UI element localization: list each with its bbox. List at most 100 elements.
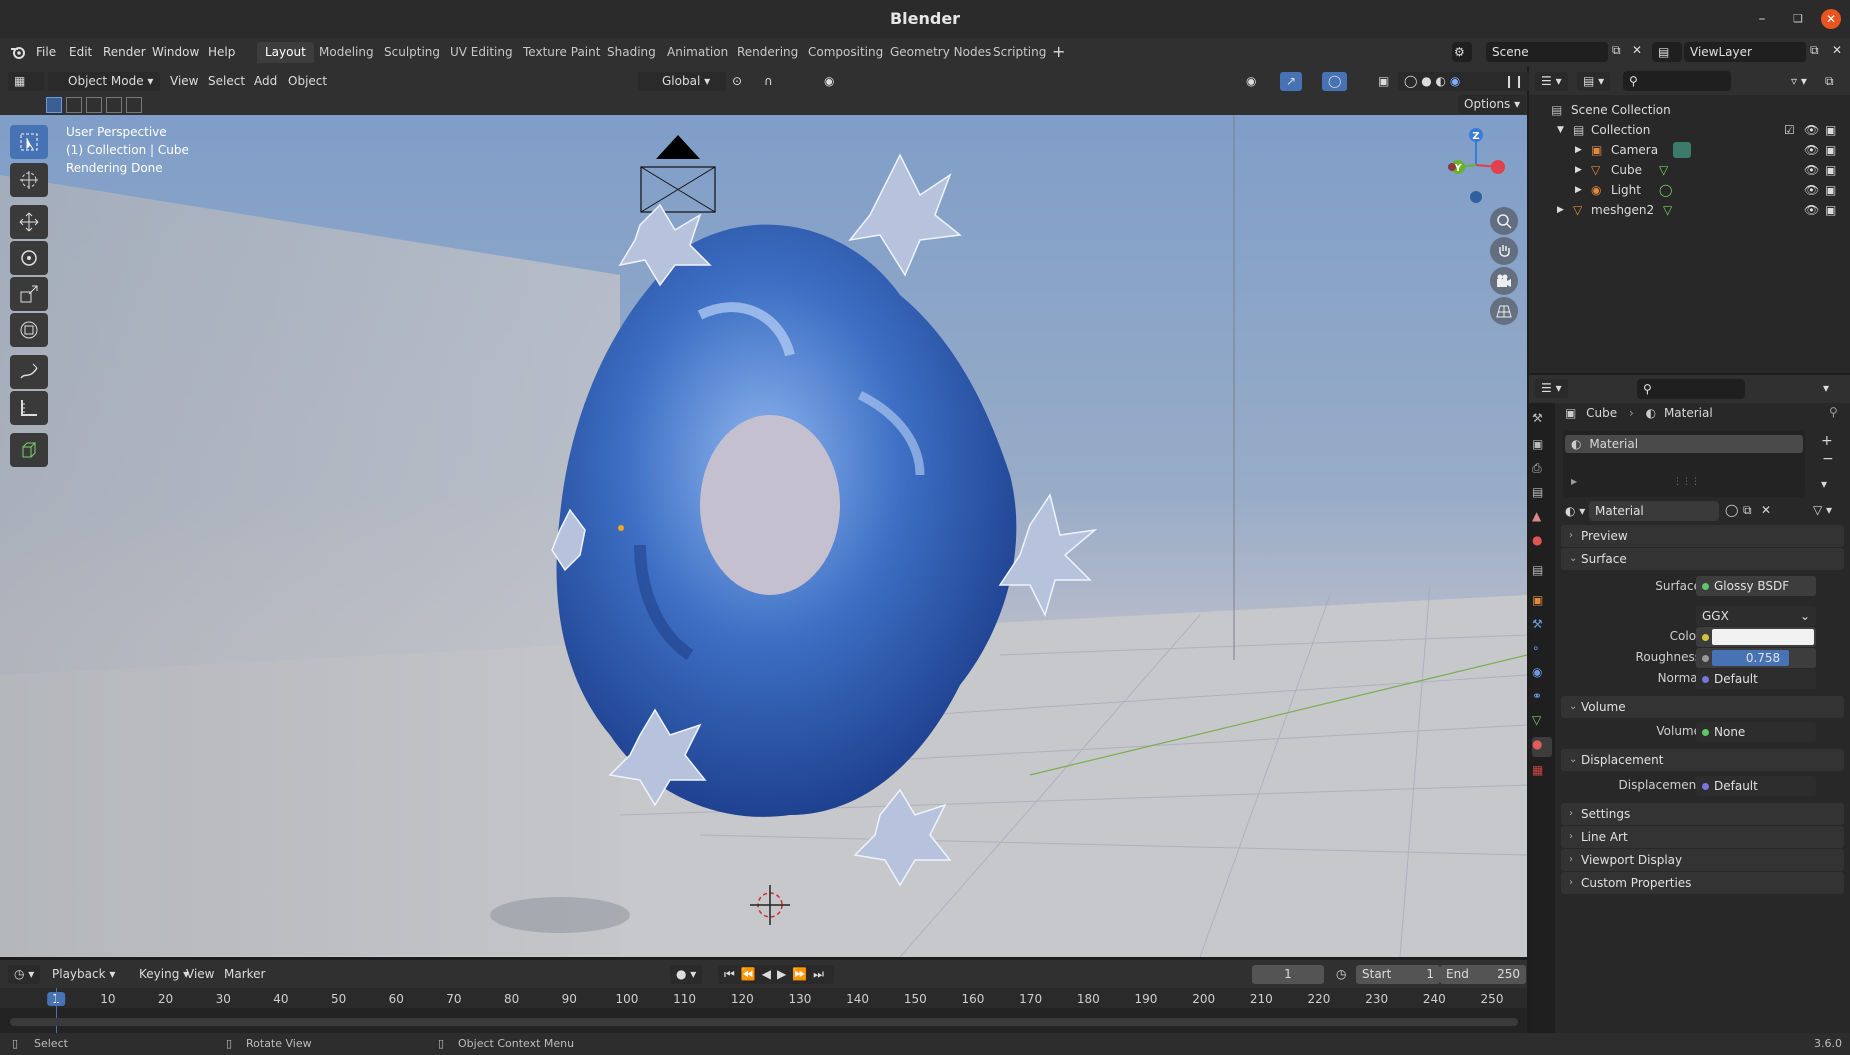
panel-preview[interactable]: › Preview	[1561, 525, 1844, 547]
collection-tab-icon[interactable]: ▤	[1532, 563, 1552, 583]
menu-render[interactable]: Render	[103, 45, 146, 59]
add-slot-icon[interactable]: +	[1821, 433, 1833, 449]
select-subtract-icon[interactable]	[86, 97, 102, 113]
menu-select[interactable]: Select	[202, 72, 251, 91]
physics-tab-icon[interactable]: ◉	[1532, 665, 1552, 685]
outliner-scene-collection[interactable]: ▤ Scene Collection	[1529, 100, 1850, 120]
mode-selector[interactable]: Object Mode ▾	[48, 72, 160, 91]
roughness-slider[interactable]: 0.758	[1696, 648, 1816, 668]
outliner-item-meshgen2[interactable]: ▶ ▽ meshgen2 ▽ 👁 ▣	[1529, 200, 1850, 220]
object-tab-icon[interactable]: ▣	[1532, 593, 1552, 613]
pan-view-button[interactable]	[1490, 237, 1518, 265]
world-tab-icon[interactable]: ●	[1532, 533, 1552, 553]
tab-uv-editing[interactable]: UV Editing	[442, 42, 521, 63]
options-dropdown[interactable]: Options ▾	[1458, 95, 1527, 114]
expand-slot-list-icon[interactable]: ▶	[1571, 477, 1577, 486]
expand-arrow-icon[interactable]: ▶	[1575, 160, 1582, 180]
tab-sculpting[interactable]: Sculpting	[376, 42, 448, 63]
display-mode-icon[interactable]: ▤ ▾	[1577, 72, 1611, 91]
transform-tool[interactable]	[10, 313, 48, 347]
filter-icon[interactable]: ▿ ▾	[1785, 72, 1813, 91]
outliner-item-light[interactable]: ▶ ◉ Light ◯ 👁 ▣	[1529, 180, 1850, 200]
material-tab-icon[interactable]: ●	[1532, 737, 1552, 757]
properties-search-input[interactable]: ⚲	[1637, 379, 1745, 399]
texture-tab-icon[interactable]: ▦	[1532, 763, 1552, 783]
render-camera-icon[interactable]: ▣	[1825, 200, 1836, 220]
maximize-icon[interactable]: ❏	[1788, 9, 1808, 29]
tab-texture-paint[interactable]: Texture Paint	[515, 42, 608, 63]
tab-geometry-nodes[interactable]: Geometry Nodes	[882, 42, 999, 63]
new-scene-icon[interactable]: ⧉	[1612, 43, 1621, 58]
panel-line-art[interactable]: › Line Art	[1561, 826, 1844, 848]
frame-ruler[interactable]: 1102030405060708090100110120130140150160…	[0, 988, 1527, 1008]
panel-volume[interactable]: ⌄ Volume	[1561, 696, 1844, 718]
render-tab-icon[interactable]: ▣	[1532, 437, 1552, 457]
tab-rendering[interactable]: Rendering	[729, 42, 806, 63]
new-view-layer-icon[interactable]: ⧉	[1810, 43, 1819, 58]
render-camera-icon[interactable]: ▣	[1825, 160, 1836, 180]
color-swatch[interactable]	[1712, 629, 1814, 645]
add-workspace-icon[interactable]: +	[1052, 42, 1065, 61]
proportional-edit-icon[interactable]: ◉	[818, 72, 840, 91]
start-frame-field[interactable]: Start 1	[1356, 965, 1440, 984]
scene-selector-icon[interactable]: ⚙	[1452, 42, 1472, 62]
pause-render-icon[interactable]: ❙❙	[1498, 72, 1531, 91]
tab-shading[interactable]: Shading	[599, 42, 664, 63]
menu-file[interactable]: File	[36, 45, 56, 59]
menu-view[interactable]: View	[164, 72, 204, 91]
minimize-icon[interactable]: –	[1752, 9, 1772, 29]
menu-timeline-view[interactable]: View	[180, 965, 220, 984]
panel-custom-properties[interactable]: › Custom Properties	[1561, 872, 1844, 894]
move-tool[interactable]	[10, 205, 48, 239]
overlay-toggle-icon[interactable]: ◯	[1322, 72, 1348, 91]
expand-arrow-icon[interactable]: ▶	[1575, 140, 1582, 160]
record-keyframe-icon[interactable]: ● ▾	[670, 965, 703, 984]
eye-icon[interactable]: 👁	[1804, 200, 1819, 220]
panel-settings[interactable]: › Settings	[1561, 803, 1844, 825]
panel-displacement[interactable]: ⌄ Displacement	[1561, 749, 1844, 771]
eye-icon[interactable]: 👁	[1804, 160, 1819, 180]
volume-field[interactable]: None	[1696, 722, 1816, 742]
scene-tab-icon[interactable]: ▲	[1532, 509, 1552, 529]
properties-options-icon[interactable]: ▾	[1817, 379, 1835, 398]
rotate-tool[interactable]	[10, 241, 48, 275]
select-extend-icon[interactable]	[66, 97, 82, 113]
distribution-select[interactable]: GGX ⌄	[1696, 606, 1816, 626]
outliner-search-input[interactable]: ⚲	[1623, 71, 1731, 91]
playback-controls[interactable]: ⏮⏪◀▶⏩⏭	[718, 965, 834, 984]
navigation-gizmo[interactable]: Z Y	[1438, 125, 1508, 205]
output-tab-icon[interactable]: ⎙	[1532, 461, 1552, 481]
expand-arrow-icon[interactable]: ▶	[1575, 180, 1582, 200]
menu-marker[interactable]: Marker	[218, 965, 271, 984]
remove-slot-icon[interactable]: −	[1822, 451, 1834, 467]
camera-view-button[interactable]	[1490, 267, 1518, 295]
scene-name-field[interactable]: Scene	[1486, 42, 1608, 62]
tab-scripting[interactable]: Scripting	[985, 42, 1054, 63]
select-invert-icon[interactable]	[106, 97, 122, 113]
pivot-point-icon[interactable]: ⊙	[726, 72, 748, 91]
outliner-editor-icon[interactable]: ☰ ▾	[1535, 72, 1568, 91]
cursor-tool[interactable]	[10, 163, 48, 197]
blender-logo-icon[interactable]	[10, 44, 26, 60]
menu-window[interactable]: Window	[152, 45, 199, 59]
timeline-area[interactable]: 1102030405060708090100110120130140150160…	[0, 988, 1527, 1033]
data-tab-icon[interactable]: ▽	[1532, 713, 1552, 733]
zoom-view-button[interactable]	[1490, 207, 1518, 235]
panel-viewport-display[interactable]: › Viewport Display	[1561, 849, 1844, 871]
pin-icon[interactable]: ⚲	[1829, 405, 1838, 419]
render-camera-icon[interactable]: ▣	[1825, 180, 1836, 200]
delete-scene-icon[interactable]: ✕	[1632, 43, 1642, 57]
measure-tool[interactable]	[10, 391, 48, 425]
visibility-icon[interactable]: ◉	[1240, 72, 1262, 91]
xray-icon[interactable]: ▣	[1372, 72, 1395, 91]
tool-tab-icon[interactable]: ⚒	[1532, 411, 1552, 431]
color-field[interactable]	[1696, 627, 1816, 647]
select-box-tool[interactable]	[10, 125, 48, 159]
3d-viewport[interactable]: User Perspective (1) Collection | Cube R…	[0, 115, 1527, 957]
eye-icon[interactable]: 👁	[1804, 180, 1819, 200]
constraints-tab-icon[interactable]: ⚭	[1532, 689, 1552, 709]
displacement-field[interactable]: Default	[1696, 776, 1816, 796]
shading-modes[interactable]: ◯ ● ◐ ◉	[1398, 72, 1506, 91]
select-intersect-icon[interactable]	[126, 97, 142, 113]
material-slot-list[interactable]: ◐ Material ▶ ⋮⋮⋮	[1563, 431, 1805, 497]
